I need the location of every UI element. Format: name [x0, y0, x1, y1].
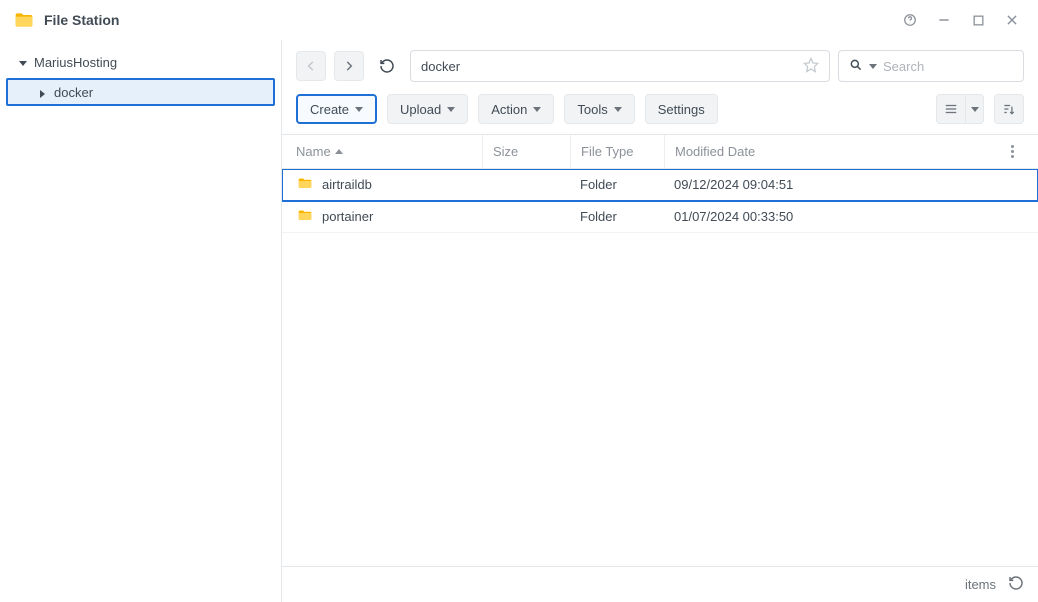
- tree-item-label: docker: [54, 85, 93, 100]
- column-name-label: Name: [296, 144, 331, 159]
- folder-icon: [296, 176, 314, 194]
- forward-button[interactable]: [334, 51, 364, 81]
- close-button[interactable]: [1000, 8, 1024, 32]
- caret-down-icon: [447, 107, 455, 112]
- minimize-button[interactable]: [932, 8, 956, 32]
- action-button[interactable]: Action: [478, 94, 554, 124]
- refresh-button[interactable]: [372, 51, 402, 81]
- file-type: Folder: [570, 177, 664, 192]
- action-label: Action: [491, 102, 527, 117]
- back-button[interactable]: [296, 51, 326, 81]
- tools-label: Tools: [577, 102, 607, 117]
- column-size-label: Size: [493, 144, 518, 159]
- column-type[interactable]: File Type: [570, 135, 664, 168]
- sidebar: MariusHosting docker: [0, 40, 282, 602]
- upload-button[interactable]: Upload: [387, 94, 468, 124]
- tree-item-docker[interactable]: docker: [6, 78, 275, 106]
- folder-icon: [296, 208, 314, 226]
- column-name[interactable]: Name: [296, 144, 482, 159]
- maximize-button[interactable]: [966, 8, 990, 32]
- caret-down-icon: [355, 107, 363, 112]
- chevron-down-icon: [18, 57, 28, 67]
- column-menu[interactable]: [1000, 145, 1024, 158]
- caret-down-icon: [971, 107, 979, 112]
- chevron-right-icon: [38, 87, 48, 97]
- favorite-icon[interactable]: [803, 57, 819, 76]
- settings-button[interactable]: Settings: [645, 94, 718, 124]
- upload-label: Upload: [400, 102, 441, 117]
- file-type: Folder: [570, 209, 664, 224]
- search-icon: [849, 58, 863, 75]
- sort-asc-icon: [335, 149, 343, 154]
- kebab-icon: [1011, 145, 1014, 158]
- titlebar: File Station: [0, 0, 1038, 40]
- search-box[interactable]: [838, 50, 1024, 82]
- column-type-label: File Type: [581, 144, 634, 159]
- file-name: airtraildb: [322, 177, 372, 192]
- create-label: Create: [310, 102, 349, 117]
- table-body: airtraildbFolder09/12/2024 09:04:51porta…: [282, 169, 1038, 566]
- statusbar: items: [282, 566, 1038, 602]
- status-refresh-button[interactable]: [1008, 575, 1024, 594]
- settings-label: Settings: [658, 102, 705, 117]
- toolbar: Create Upload Action Tools Settings: [282, 88, 1038, 134]
- sort-button[interactable]: [994, 94, 1024, 124]
- items-label: items: [965, 577, 996, 592]
- window-title: File Station: [44, 12, 119, 28]
- create-button[interactable]: Create: [296, 94, 377, 124]
- column-modified[interactable]: Modified Date: [664, 135, 1000, 168]
- help-button[interactable]: [898, 8, 922, 32]
- table-row[interactable]: portainer Folder01/07/2024 00:33:50: [282, 201, 1038, 233]
- path-input[interactable]: docker: [410, 50, 830, 82]
- list-view-dropdown[interactable]: [966, 94, 984, 124]
- app-icon: [14, 10, 34, 30]
- table-row[interactable]: airtraildb Folder09/12/2024 09:04:51: [282, 169, 1038, 201]
- file-table: Name Size File Type Modified Date: [282, 134, 1038, 566]
- nav-row: docker: [282, 40, 1038, 88]
- file-modified: 01/07/2024 00:33:50: [664, 209, 1000, 224]
- column-modified-label: Modified Date: [675, 144, 755, 159]
- caret-down-icon: [614, 107, 622, 112]
- tree-root[interactable]: MariusHosting: [6, 48, 275, 76]
- file-modified: 09/12/2024 09:04:51: [664, 177, 1000, 192]
- tools-button[interactable]: Tools: [564, 94, 634, 124]
- dropdown-icon: [869, 64, 877, 69]
- search-input[interactable]: [883, 59, 1038, 74]
- list-view-button[interactable]: [936, 94, 966, 124]
- file-name: portainer: [322, 209, 373, 224]
- column-size[interactable]: Size: [482, 135, 570, 168]
- table-header: Name Size File Type Modified Date: [282, 135, 1038, 169]
- tree-root-label: MariusHosting: [34, 55, 117, 70]
- caret-down-icon: [533, 107, 541, 112]
- path-text: docker: [421, 59, 803, 74]
